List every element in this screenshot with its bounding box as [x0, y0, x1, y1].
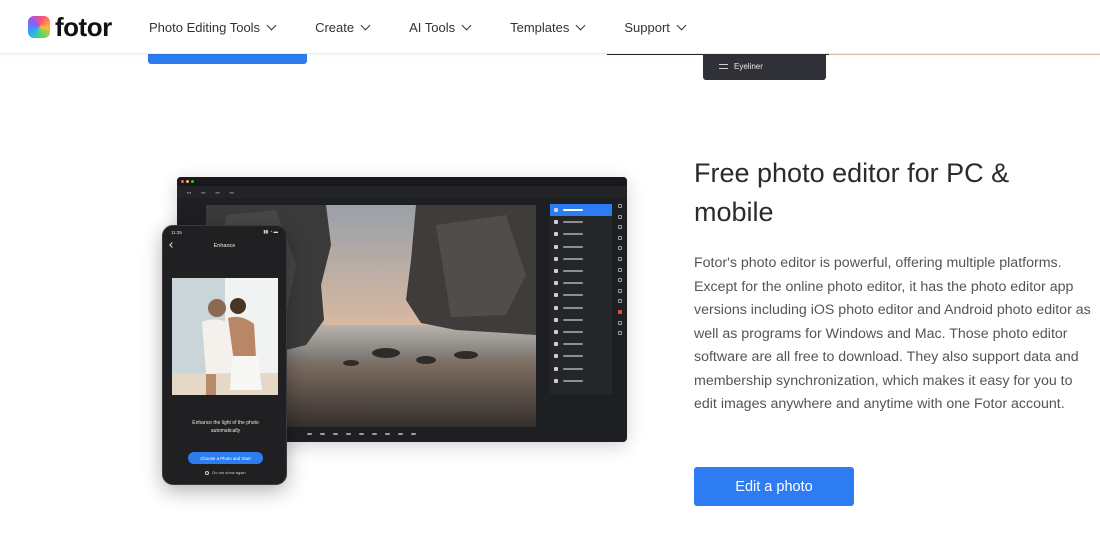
window-close-dot: [181, 180, 184, 183]
mockup-panel-row: [550, 241, 612, 253]
chevron-down-icon: [360, 20, 371, 30]
checkbox-label: Do not show again: [212, 470, 246, 475]
mockup-panel-row: [550, 326, 612, 338]
nav-ai-tools[interactable]: AI Tools: [409, 19, 472, 35]
nav-label: Photo Editing Tools: [149, 19, 261, 35]
mockup-panel-row: [550, 338, 612, 350]
eyeliner-label: Eyeliner: [734, 61, 763, 71]
chevron-down-icon: [461, 20, 472, 30]
mockup-panel-row: [550, 216, 612, 228]
mockup-adjust-panel: [550, 204, 612, 394]
mockup-toolbar-item: ▪▪▪: [201, 189, 206, 195]
mockup-panel-row: [550, 302, 612, 314]
mockup-panel-row: [550, 265, 612, 277]
mockup-bottom-bar: [307, 431, 424, 437]
logo-text: fotor: [55, 12, 112, 42]
nav-create[interactable]: Create: [315, 19, 371, 35]
phone-header: Enhance: [163, 238, 286, 254]
chevron-down-icon: [266, 20, 277, 30]
mockup-panel-row: [550, 289, 612, 301]
mockup-icon-rail: [615, 204, 625, 364]
mobile-app-mockup: 11:35 ▮▮ ◔ ▬ Enhance Enhance the light o…: [162, 225, 287, 485]
do-not-show-checkbox: Do not show again: [163, 470, 286, 475]
phone-time: 11:35: [171, 229, 182, 235]
mockup-panel-row: [550, 362, 612, 374]
main-nav: Photo Editing Tools Create AI Tools Temp…: [149, 0, 687, 54]
phone-header-title: Enhance: [213, 243, 236, 249]
mockup-toolbar-item: ▪▪▪: [215, 189, 220, 195]
fotor-logo[interactable]: fotor: [28, 14, 112, 40]
eyeliner-chip: Eyeliner: [703, 52, 826, 80]
chevron-down-icon: [575, 20, 586, 30]
mockup-panel-row: [550, 204, 612, 217]
window-minimize-dot: [186, 180, 189, 183]
mockup-panel-row: [550, 253, 612, 265]
mockup-panel-row: [550, 228, 612, 240]
mockup-toolbar-item: ▪▪▪: [187, 189, 192, 195]
mockup-panel-row: [550, 350, 612, 362]
edit-a-photo-button[interactable]: Edit a photo: [694, 467, 854, 506]
couple-photo: [172, 278, 278, 395]
mockup-panel-row: [550, 314, 612, 326]
back-arrow-icon: [169, 242, 175, 248]
mockup-panel-row: [550, 277, 612, 289]
phone-status-bar: 11:35 ▮▮ ◔ ▬: [163, 226, 286, 238]
phone-signal-icon: ▮▮ ◔ ▬: [263, 229, 278, 234]
nav-label: AI Tools: [409, 19, 456, 35]
mockup-toolbar-item: ▪▪▪: [229, 189, 235, 195]
window-maximize-dot: [191, 180, 194, 183]
mockup-panel-row: [550, 375, 612, 387]
nav-photo-editing-tools[interactable]: Photo Editing Tools: [149, 19, 277, 35]
mockup-titlebar: [177, 177, 627, 186]
section-description: Fotor's photo editor is powerful, offeri…: [694, 255, 1091, 412]
nav-label: Templates: [510, 19, 570, 35]
choose-photo-button: Choose a Photo and Start: [188, 452, 263, 464]
nav-support[interactable]: Support: [624, 19, 687, 35]
radio-icon: [205, 470, 210, 475]
mockup-toolbar: ▪▪▪ ▪▪▪ ▪▪▪ ▪▪▪: [177, 186, 627, 198]
nav-label: Support: [624, 19, 670, 35]
nav-templates[interactable]: Templates: [510, 19, 586, 35]
eyeliner-icon: [719, 63, 728, 69]
nav-label: Create: [315, 19, 355, 35]
chevron-down-icon: [676, 20, 687, 30]
section-title: Free photo editor for PC & mobile: [694, 158, 1010, 227]
phone-caption: Enhance the light of the photo automatic…: [192, 420, 259, 434]
site-header: fotor Photo Editing Tools Create AI Tool…: [0, 0, 1100, 54]
fotor-logo-icon: [28, 16, 50, 38]
